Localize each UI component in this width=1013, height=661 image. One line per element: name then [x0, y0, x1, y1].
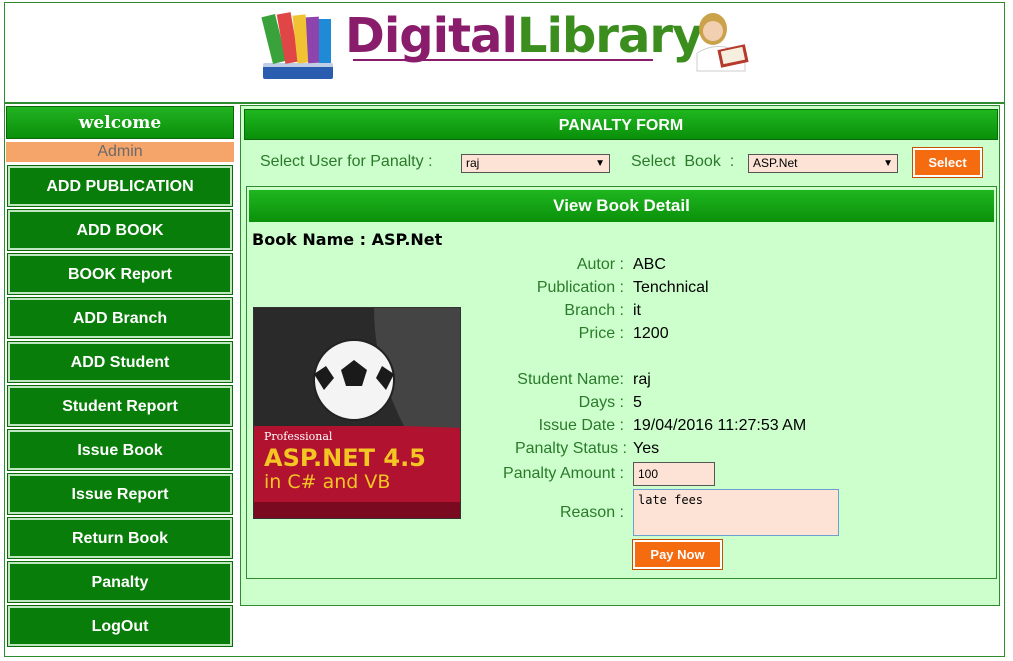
dropdown-arrow-icon: ▼ [883, 158, 893, 169]
issue-date-label: Issue Date : [538, 417, 624, 434]
cover-text-line1: Professional [264, 430, 333, 443]
price-value: 1200 [633, 325, 669, 342]
cover-text-line2: ASP.NET 4.5 [264, 444, 426, 472]
issue-date-value: 19/04/2016 11:27:53 AM [633, 417, 807, 434]
book-name: Book Name : ASP.Net [252, 230, 443, 249]
brand-title: DigitalLibrary [345, 7, 703, 65]
sidebar-item-add-publication[interactable]: ADD PUBLICATION [7, 165, 233, 207]
sidebar-item-issue-report[interactable]: Issue Report [7, 473, 233, 515]
reading-girl-icon [696, 13, 749, 72]
sidebar-item-student-report[interactable]: Student Report [7, 385, 233, 427]
book-detail-panel: View Book Detail Book Name : ASP.Net Pro… [246, 186, 997, 579]
select-user-label: Select User for Panalty : [260, 153, 433, 170]
author-value: ABC [633, 256, 666, 273]
welcome-heading: welcome [6, 106, 234, 139]
select-book-label: Select Book : [631, 153, 735, 170]
days-label: Days : [578, 394, 624, 411]
page-header: DigitalLibrary [4, 2, 1005, 104]
select-button[interactable]: Select [912, 147, 983, 178]
panalty-status-label: Panalty Status : [514, 440, 627, 457]
reason-textarea[interactable]: late fees [633, 489, 839, 536]
book-select-value: ASP.Net [753, 156, 798, 170]
book-select[interactable]: ASP.Net ▼ [748, 154, 898, 173]
form-title: PANALTY FORM [244, 109, 998, 140]
publication-value: Tenchnical [633, 279, 709, 296]
author-label: Autor : [576, 256, 624, 273]
branch-value: it [633, 302, 641, 319]
sidebar-item-return-book[interactable]: Return Book [7, 517, 233, 559]
panalty-amount-input[interactable]: 100 [633, 462, 715, 486]
books-icon [261, 12, 333, 79]
digital-library-logo: DigitalLibrary [257, 7, 757, 83]
sidebar-item-add-student[interactable]: ADD Student [7, 341, 233, 383]
user-select-value: raj [466, 156, 480, 170]
book-cover-art: Professional ASP.NET 4.5 in C# and VB [254, 308, 460, 518]
student-name-value: raj [633, 371, 651, 388]
detail-title: View Book Detail [249, 190, 994, 222]
sidebar-item-book-report[interactable]: BOOK Report [7, 253, 233, 295]
penalty-form-panel: PANALTY FORM Select User for Panalty : r… [240, 105, 1000, 606]
sidebar-item-add-book[interactable]: ADD BOOK [7, 209, 233, 251]
panalty-amount-label: Panalty Amount : [503, 465, 624, 482]
branch-label: Branch : [564, 302, 624, 319]
dropdown-arrow-icon: ▼ [595, 158, 605, 169]
user-select[interactable]: raj ▼ [461, 154, 610, 173]
sidebar-item-logout[interactable]: LogOut [7, 605, 233, 647]
cover-text-line3: in C# and VB [264, 471, 390, 493]
user-role-label: Admin [6, 142, 234, 162]
sidebar-item-issue-book[interactable]: Issue Book [7, 429, 233, 471]
brand-underline [353, 59, 653, 61]
brand-part-digital: Digital [345, 8, 518, 64]
sidebar-item-panalty[interactable]: Panalty [7, 561, 233, 603]
brand-part-library: Library [516, 8, 703, 64]
sidebar: welcome Admin ADD PUBLICATION ADD BOOK B… [6, 106, 234, 647]
student-name-label: Student Name: [517, 371, 624, 388]
days-value: 5 [633, 394, 642, 411]
price-label: Price : [578, 325, 624, 342]
panalty-status-value: Yes [633, 440, 660, 457]
sidebar-item-add-branch[interactable]: ADD Branch [7, 297, 233, 339]
book-cover-image: Professional ASP.NET 4.5 in C# and VB [253, 307, 461, 519]
selection-row: Select User for Panalty : raj ▼ Select B… [241, 147, 1001, 178]
reason-label: Reason : [559, 504, 624, 521]
publication-label: Publication : [536, 279, 624, 296]
pay-now-button[interactable]: Pay Now [632, 539, 723, 570]
